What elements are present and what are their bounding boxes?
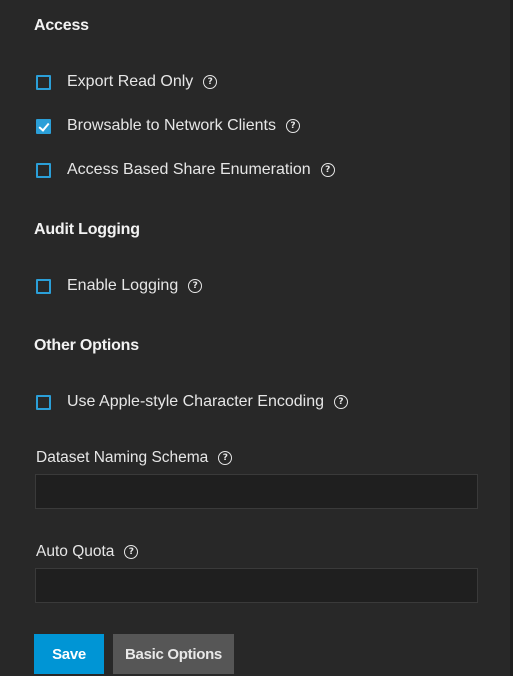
auto-quota-label: Auto Quota: [36, 543, 115, 560]
auto-quota-input[interactable]: [35, 568, 478, 603]
dataset-naming-schema-label: Dataset Naming Schema: [36, 449, 209, 466]
help-icon[interactable]: ?: [320, 163, 335, 177]
option-enable-logging[interactable]: Enable Logging ?: [36, 274, 203, 298]
section-title-audit-logging: Audit Logging: [34, 221, 140, 238]
option-export-read-only[interactable]: Export Read Only ?: [36, 70, 218, 94]
export-read-only-label[interactable]: Export Read Only: [67, 73, 193, 91]
enable-logging-label[interactable]: Enable Logging: [67, 277, 178, 295]
apple-encoding-label[interactable]: Use Apple-style Character Encoding: [67, 393, 324, 411]
auto-quota-label-row: Auto Quota ?: [36, 543, 139, 561]
export-read-only-checkbox[interactable]: [36, 74, 51, 90]
help-icon[interactable]: ?: [218, 451, 233, 465]
help-icon[interactable]: ?: [188, 279, 203, 293]
section-title-other-options: Other Options: [34, 337, 139, 354]
section-title-access: Access: [34, 17, 89, 34]
help-icon[interactable]: ?: [334, 395, 349, 409]
help-icon[interactable]: ?: [203, 75, 218, 89]
option-browsable-to-network-clients[interactable]: Browsable to Network Clients ?: [36, 114, 300, 138]
basic-options-button[interactable]: Basic Options: [113, 634, 234, 674]
enable-logging-checkbox[interactable]: [36, 278, 51, 294]
abe-checkbox[interactable]: [36, 162, 51, 178]
apple-encoding-checkbox[interactable]: [36, 394, 51, 410]
form-panel: Access Export Read Only ? Browsable to N…: [0, 0, 513, 676]
help-icon[interactable]: ?: [124, 545, 139, 559]
browsable-checkbox[interactable]: [36, 118, 51, 134]
help-icon[interactable]: ?: [285, 119, 300, 133]
abe-label[interactable]: Access Based Share Enumeration: [67, 161, 311, 179]
option-apple-character-encoding[interactable]: Use Apple-style Character Encoding ?: [36, 390, 349, 414]
dataset-naming-schema-input[interactable]: [35, 474, 478, 509]
dataset-naming-schema-label-row: Dataset Naming Schema ?: [36, 449, 233, 467]
browsable-label[interactable]: Browsable to Network Clients: [67, 117, 276, 135]
save-button[interactable]: Save: [34, 634, 104, 674]
option-access-based-share-enumeration[interactable]: Access Based Share Enumeration ?: [36, 158, 335, 182]
